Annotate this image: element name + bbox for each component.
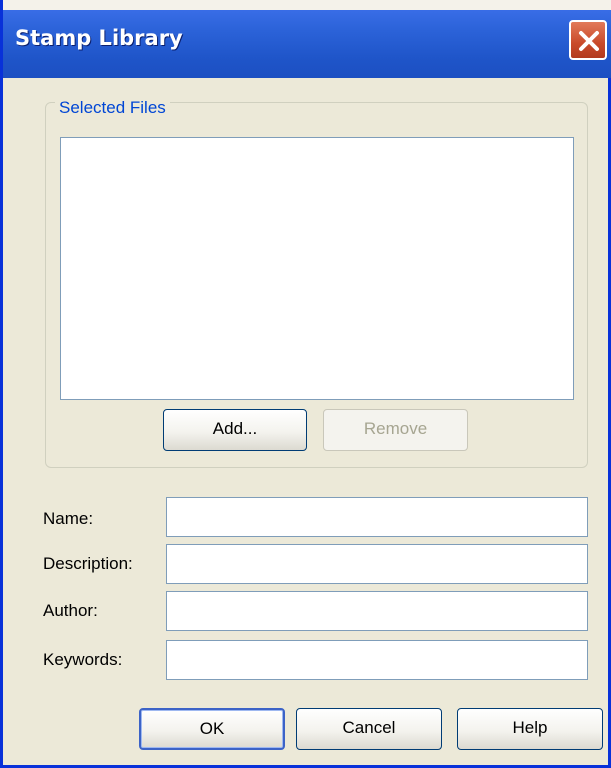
add-button[interactable]: Add... — [163, 409, 307, 451]
keywords-field[interactable] — [166, 640, 588, 680]
author-label: Author: — [43, 601, 98, 620]
description-label: Description: — [43, 554, 133, 573]
help-button[interactable]: Help — [457, 708, 603, 750]
remove-button[interactable]: Remove — [323, 409, 468, 451]
close-button[interactable] — [569, 20, 607, 60]
author-field[interactable] — [166, 591, 588, 631]
selected-files-legend: Selected Files — [55, 98, 170, 118]
close-icon — [579, 31, 599, 51]
dialog-title: Stamp Library — [15, 26, 183, 50]
name-label: Name: — [43, 509, 94, 528]
stamp-library-dialog: Stamp Library Selected Files Add... Remo… — [0, 0, 611, 768]
description-field[interactable] — [166, 544, 588, 584]
title-bar-top-strip — [3, 0, 611, 10]
cancel-button[interactable]: Cancel — [296, 708, 442, 750]
keywords-label: Keywords: — [43, 650, 123, 669]
title-bar[interactable]: Stamp Library — [3, 0, 611, 78]
name-field[interactable] — [166, 497, 588, 537]
ok-button[interactable]: OK — [139, 708, 285, 750]
selected-files-list[interactable] — [60, 137, 574, 400]
